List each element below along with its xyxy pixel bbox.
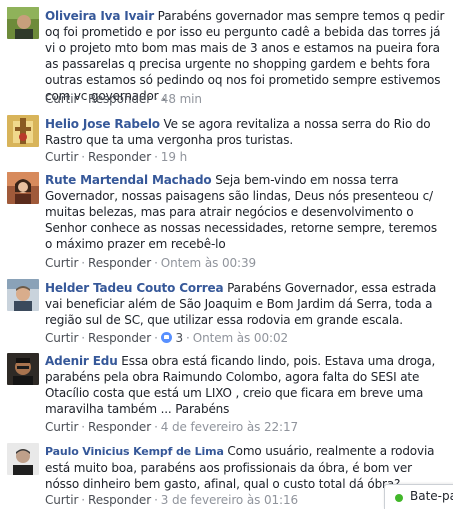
reply-link[interactable]: Responder xyxy=(88,493,151,507)
comment-actions: Curtir · Responder · Ontem às 00:39 xyxy=(45,256,257,270)
comment-timestamp[interactable]: 4 de fevereiro às 22:17 xyxy=(161,420,298,434)
avatar[interactable] xyxy=(7,172,39,204)
avatar[interactable] xyxy=(7,115,39,147)
avatar[interactable] xyxy=(7,7,39,39)
online-status-icon xyxy=(395,494,403,502)
like-link[interactable]: Curtir xyxy=(45,256,78,270)
comment-author[interactable]: Rute Martendal Machado xyxy=(45,173,212,187)
comment-actions: Curtir · Responder · 3 de fevereiro às 01:16 xyxy=(45,493,299,507)
comment-text: Parabéns governador mas sempre temos q p… xyxy=(45,9,445,103)
comment-actions: Curtir · Responder · 4 de fevereiro às 22:17 xyxy=(45,420,299,434)
reply-link[interactable]: Responder xyxy=(88,420,151,434)
comment-author[interactable]: Helio Jose Rabelo xyxy=(45,117,160,131)
chat-label: Bate-pa xyxy=(410,489,453,503)
reply-link[interactable]: Responder xyxy=(88,92,151,106)
comment-timestamp[interactable]: 3 de fevereiro às 01:16 xyxy=(161,493,298,507)
comment-timestamp[interactable]: Ontem às 00:39 xyxy=(161,256,256,270)
reply-link[interactable]: Responder xyxy=(88,256,151,270)
comment-author[interactable]: Helder Tadeu Couto Correa xyxy=(45,281,224,295)
like-link[interactable]: Curtir xyxy=(45,493,78,507)
like-link[interactable]: Curtir xyxy=(45,92,78,106)
chat-sidebar-button[interactable]: Bate-pa xyxy=(384,484,453,509)
comment-timestamp[interactable]: 19 h xyxy=(161,150,187,164)
comment-actions: Curtir · Responder · 3 · Ontem às 00:02 xyxy=(45,331,289,345)
like-link[interactable]: Curtir xyxy=(45,150,78,164)
comment-actions: Curtir · Responder · 19 h xyxy=(45,150,188,164)
like-link[interactable]: Curtir xyxy=(45,331,78,345)
comment-author[interactable]: Adenir Edu xyxy=(45,354,118,368)
avatar[interactable] xyxy=(7,353,39,385)
reply-link[interactable]: Responder xyxy=(88,331,151,345)
comment-timestamp[interactable]: 48 min xyxy=(161,92,202,106)
comment-author[interactable]: Paulo Vinicius Kempf de Lima xyxy=(45,445,224,458)
comment-actions: Curtir · Responder · 48 min xyxy=(45,92,202,106)
comment-timestamp[interactable]: Ontem às 00:02 xyxy=(193,331,288,345)
comment-author[interactable]: Oliveira Iva Ivair xyxy=(45,9,154,23)
avatar[interactable] xyxy=(7,443,39,475)
avatar[interactable] xyxy=(7,279,39,311)
like-reaction-icon[interactable] xyxy=(160,332,172,343)
like-link[interactable]: Curtir xyxy=(45,420,78,434)
reaction-count[interactable]: 3 xyxy=(176,331,184,345)
reply-link[interactable]: Responder xyxy=(88,150,151,164)
